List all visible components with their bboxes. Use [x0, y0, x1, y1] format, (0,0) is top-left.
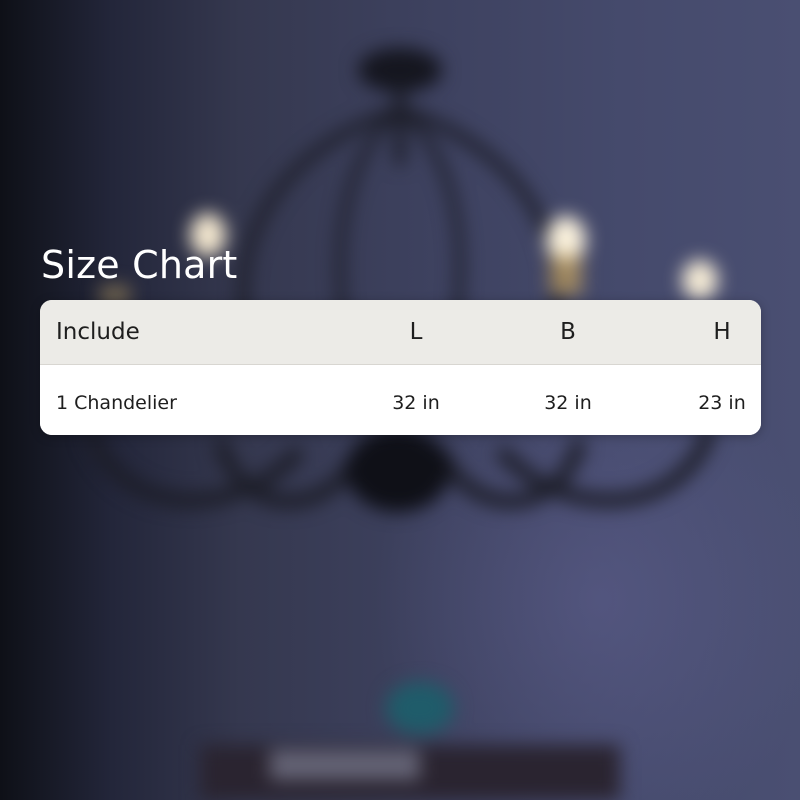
page-title: Size Chart	[41, 243, 238, 287]
cell-height: 23 in	[698, 392, 746, 414]
cell-length: 32 in	[392, 392, 440, 414]
cell-include: 1 Chandelier	[56, 392, 177, 414]
size-chart-table: Include L B H 1 Chandelier 32 in 32 in 2…	[40, 300, 761, 435]
table-header-row: Include L B H	[40, 300, 761, 365]
header-length: L	[409, 319, 423, 345]
header-breadth: B	[560, 319, 576, 345]
header-height: H	[713, 319, 731, 345]
header-include: Include	[56, 319, 140, 345]
table-row: 1 Chandelier 32 in 32 in 23 in	[40, 365, 761, 435]
cell-breadth: 32 in	[544, 392, 592, 414]
